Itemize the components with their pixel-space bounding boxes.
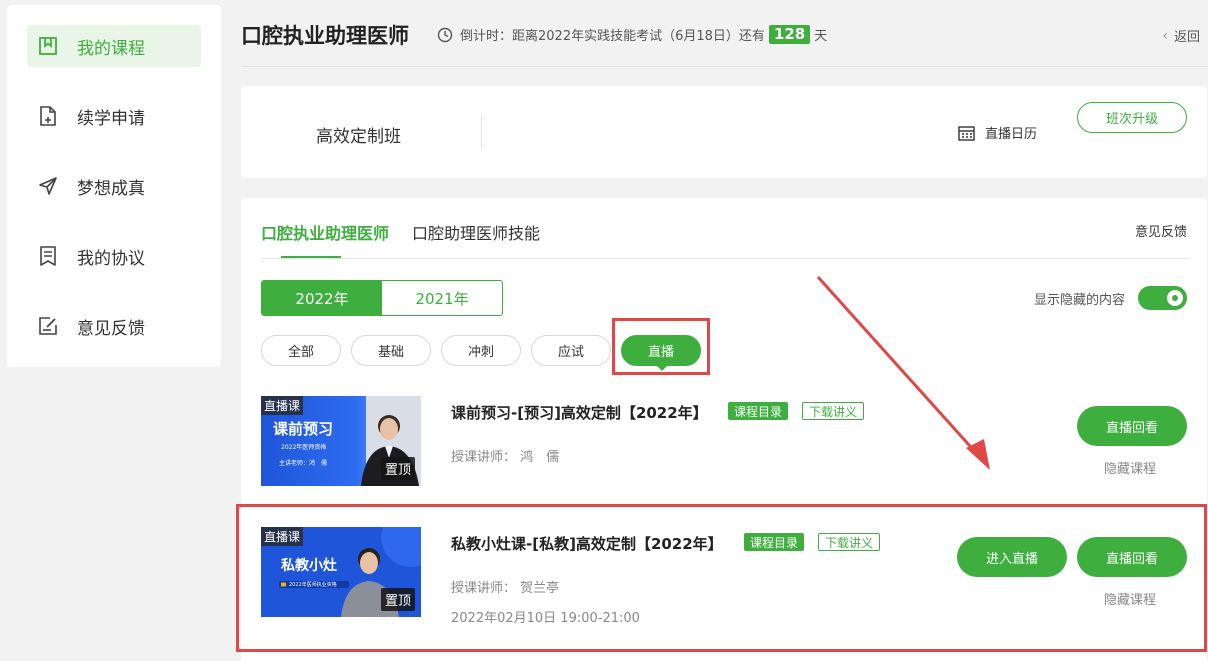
class-name: 高效定制班 bbox=[316, 127, 401, 147]
show-hidden-label: 显示隐藏的内容 bbox=[1033, 293, 1125, 308]
document-add-icon bbox=[37, 105, 59, 127]
page-title: 口腔执业助理医师 bbox=[241, 24, 409, 48]
class-upgrade-button[interactable]: 班次升级 bbox=[1077, 102, 1187, 133]
bookmark-icon bbox=[37, 35, 59, 57]
sidebar-item-label: 续学申请 bbox=[77, 108, 145, 129]
tab-oral-assistant-physician[interactable]: 口腔执业助理医师 bbox=[261, 220, 389, 244]
countdown-days-badge: 128 bbox=[768, 25, 811, 44]
sidebar-item-renewal[interactable]: 续学申请 bbox=[27, 95, 201, 137]
exam-countdown: 倒计时：距离2022年实践技能考试（6月18日）还有 128 天 bbox=[437, 25, 827, 44]
page-header: 口腔执业助理医师 倒计时：距离2022年实践技能考试（6月18日）还有 128 … bbox=[241, 0, 1208, 67]
sidebar-item-label: 我的协议 bbox=[77, 248, 145, 269]
sidebar-item-feedback[interactable]: 意见反馈 bbox=[27, 305, 201, 347]
course-row: 直播课 课前预习 2022年医师资格 主讲老师：鸿 儒 置顶 课前预习-[预习]… bbox=[261, 396, 1190, 486]
agreement-icon bbox=[37, 245, 59, 267]
year-selector: 2022年 2021年 bbox=[261, 280, 503, 316]
calendar-label: 直播日历 bbox=[985, 127, 1038, 142]
countdown-unit: 天 bbox=[814, 29, 828, 44]
download-handout-button[interactable]: 下载讲义 bbox=[802, 402, 865, 420]
filter-exam[interactable]: 应试 bbox=[531, 335, 611, 366]
countdown-text: 倒计时：距离2022年实践技能考试（6月18日）还有 bbox=[460, 29, 765, 44]
sidebar: 我的课程 续学申请 梦想成真 我的协议 意见反馈 bbox=[7, 5, 221, 367]
course-thumbnail[interactable]: 直播课 课前预习 2022年医师资格 主讲老师：鸿 儒 置顶 bbox=[261, 396, 421, 486]
feedback-link[interactable]: 意见反馈 bbox=[1135, 221, 1187, 240]
teacher-name: 鸿 儒 bbox=[520, 450, 560, 465]
thumbnail-subtitle: 2022年医师资格 bbox=[281, 444, 327, 451]
teacher-label: 授课讲师： bbox=[451, 450, 517, 465]
tab-oral-assistant-skills[interactable]: 口腔助理医师技能 bbox=[412, 220, 540, 244]
thumbnail-title: 课前预习 bbox=[273, 420, 334, 438]
sidebar-item-dream[interactable]: 梦想成真 bbox=[27, 165, 201, 207]
filter-all[interactable]: 全部 bbox=[261, 335, 341, 366]
course-teacher: 授课讲师： 鸿 儒 bbox=[451, 446, 559, 465]
toggle-knob bbox=[1167, 290, 1183, 306]
course-catalog-button[interactable]: 课程目录 bbox=[728, 402, 789, 420]
hide-course-link[interactable]: 隐藏课程 bbox=[1104, 458, 1156, 477]
show-hidden-toggle[interactable] bbox=[1138, 286, 1187, 310]
filter-sprint[interactable]: 冲刺 bbox=[441, 335, 521, 366]
pin-tag[interactable]: 置顶 bbox=[380, 457, 415, 480]
annotation-box-live-filter bbox=[612, 318, 710, 375]
divider bbox=[481, 116, 482, 148]
back-button[interactable]: ‹ 返回 bbox=[1162, 26, 1200, 46]
divider bbox=[261, 258, 1190, 259]
calendar-icon bbox=[958, 125, 975, 141]
paper-plane-icon bbox=[37, 175, 59, 197]
thumbnail-teacher: 主讲老师：鸿 儒 bbox=[279, 460, 328, 467]
course-title[interactable]: 课前预习-[预习]高效定制【2022年】 bbox=[451, 402, 708, 423]
live-calendar-link[interactable]: 直播日历 bbox=[958, 123, 1037, 142]
chevron-left-icon: ‹ bbox=[1162, 27, 1168, 44]
sidebar-item-label: 我的课程 bbox=[77, 38, 145, 59]
feedback-edit-icon bbox=[37, 315, 59, 337]
year-2022-button[interactable]: 2022年 bbox=[262, 281, 382, 315]
live-replay-button[interactable]: 直播回看 bbox=[1077, 406, 1187, 446]
sidebar-item-agreement[interactable]: 我的协议 bbox=[27, 235, 201, 277]
filter-basic[interactable]: 基础 bbox=[351, 335, 431, 366]
live-tag: 直播课 bbox=[261, 396, 304, 415]
class-card: 高效定制班 直播日历 班次升级 bbox=[241, 86, 1207, 178]
clock-icon bbox=[437, 27, 453, 43]
sidebar-item-label: 梦想成真 bbox=[77, 178, 145, 199]
sidebar-item-label: 意见反馈 bbox=[77, 318, 145, 339]
sidebar-item-my-courses[interactable]: 我的课程 bbox=[27, 25, 201, 67]
year-2021-button[interactable]: 2021年 bbox=[382, 281, 502, 315]
annotation-box-live-course bbox=[236, 504, 1207, 652]
back-label: 返回 bbox=[1173, 30, 1200, 45]
